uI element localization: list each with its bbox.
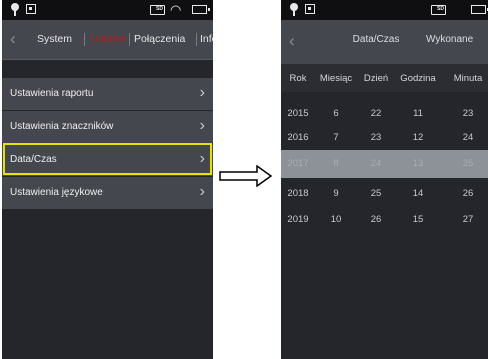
- picker-row-selected[interactable]: 2017 8 24 13 25: [281, 150, 488, 178]
- menu-item-label: Ustawienia językowe: [10, 187, 103, 198]
- cell-minute: 27: [462, 214, 474, 225]
- header-year: Rok: [289, 73, 307, 84]
- menu-item-language-settings[interactable]: Ustawienia językowe ›: [2, 177, 213, 209]
- tab-divider: [196, 33, 197, 46]
- chevron-right-icon: ›: [199, 183, 205, 200]
- header-day: Dzień: [363, 73, 389, 84]
- picker-row[interactable]: 2019 10 26 15 27: [281, 206, 488, 234]
- cell-hour: 14: [412, 188, 424, 199]
- chevron-right-icon: ›: [199, 84, 205, 101]
- gallery-icon: [305, 4, 315, 14]
- tab-divider: [129, 33, 130, 46]
- tab-bar: ‹ System Lokalne Połączenia Info: [2, 20, 213, 60]
- arrow-right-icon: [219, 165, 273, 187]
- status-bar: SD ◠: [2, 0, 213, 20]
- picker-row[interactable]: 2018 9 25 14 26: [281, 180, 488, 208]
- cell-day: 22: [370, 108, 382, 119]
- column-headers: Rok Miesiąc Dzień Godzina Minuta: [281, 64, 488, 92]
- cell-day: 24: [370, 158, 382, 169]
- done-button[interactable]: Wykonane: [426, 34, 473, 46]
- back-chevron-icon[interactable]: ‹: [10, 30, 16, 48]
- menu-item-marker-settings[interactable]: Ustawienia znaczników ›: [2, 111, 213, 143]
- right-screen: SD ‹ Data/Czas Wykonane Rok Miesiąc Dzie…: [281, 0, 488, 359]
- chevron-right-icon: ›: [199, 117, 205, 134]
- menu-item-report-settings[interactable]: Ustawienia raportu ›: [2, 78, 213, 110]
- cell-minute: 25: [462, 158, 474, 169]
- cell-month: 10: [330, 214, 342, 225]
- cell-minute: 24: [462, 132, 474, 143]
- cell-year: 2016: [287, 132, 309, 143]
- header-minute: Minuta: [453, 73, 483, 84]
- cell-year: 2019: [287, 214, 309, 225]
- battery-icon: [192, 5, 210, 14]
- gallery-icon: [26, 4, 36, 14]
- cell-hour: 15: [412, 214, 424, 225]
- tab-system[interactable]: System: [37, 33, 72, 45]
- cell-hour: 13: [412, 158, 424, 169]
- cell-year: 2017: [287, 158, 309, 169]
- cell-minute: 23: [462, 108, 474, 119]
- tab-polaczenia[interactable]: Połączenia: [134, 33, 185, 45]
- cell-hour: 12: [412, 132, 424, 143]
- menu-item-label: Ustawienia raportu: [10, 88, 94, 99]
- status-bar: SD: [281, 0, 488, 20]
- tab-lokalne[interactable]: Lokalne: [90, 33, 127, 45]
- cell-year: 2015: [287, 108, 309, 119]
- cell-hour: 11: [413, 108, 423, 119]
- wifi-icon: ◠: [170, 2, 182, 17]
- location-pin-icon: [11, 3, 19, 17]
- sd-card-icon: SD: [431, 5, 446, 15]
- cell-minute: 26: [462, 188, 474, 199]
- cell-day: 26: [370, 214, 382, 225]
- cell-month: 9: [333, 188, 339, 199]
- cell-year: 2018: [287, 188, 309, 199]
- sd-card-icon: SD: [150, 5, 165, 15]
- left-screen: SD ◠ ‹ System Lokalne Połączenia Info Us…: [2, 0, 213, 359]
- highlight-box: [3, 143, 212, 175]
- page-title: Data/Czas: [352, 34, 400, 45]
- header-month: Miesiąc: [319, 73, 353, 84]
- tab-info[interactable]: Info: [200, 33, 213, 45]
- cell-month: 6: [333, 108, 339, 119]
- cell-month: 8: [333, 158, 339, 169]
- tab-divider: [84, 33, 85, 46]
- battery-icon: [471, 5, 488, 14]
- cell-month: 7: [333, 132, 339, 143]
- menu-item-label: Ustawienia znaczników: [10, 121, 114, 132]
- picker-row[interactable]: 2016 7 23 12 24: [281, 124, 488, 152]
- cell-day: 25: [370, 188, 382, 199]
- header-hour: Godzina: [400, 73, 436, 84]
- location-pin-icon: [290, 3, 298, 17]
- back-chevron-icon[interactable]: ‹: [289, 32, 295, 50]
- cell-day: 23: [370, 132, 382, 143]
